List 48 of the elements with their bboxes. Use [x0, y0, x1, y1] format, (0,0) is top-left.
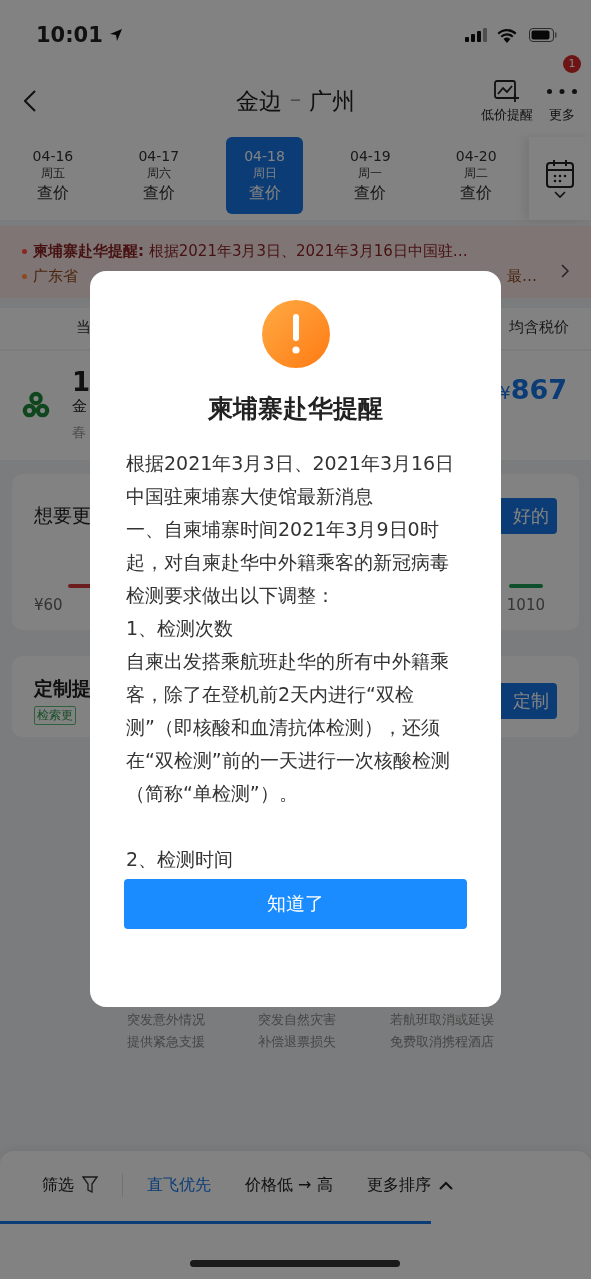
card-title: 定制提 [34, 676, 91, 701]
low-price: ¥60 [34, 596, 63, 614]
caret-up-icon [438, 1180, 453, 1190]
filter-button[interactable]: 筛选 [42, 1174, 98, 1196]
route-separator: – [289, 85, 302, 114]
more-dots-icon [547, 88, 577, 94]
battery-icon [529, 28, 557, 42]
destination-city: 广州 [309, 86, 356, 116]
signal-icon [465, 28, 487, 42]
notice-text: 柬埔寨赴华提醒: 根据2021年3月3日、2021年3月16日中国驻… [33, 242, 468, 261]
sort-option[interactable]: 价格低 → 高 [245, 1174, 333, 1196]
date-tab[interactable]: 04-20 周二 查价 [423, 137, 530, 214]
notice-text: 广东省 [33, 267, 78, 286]
date-tab[interactable]: 04-18 周日 查价 [225, 137, 304, 214]
airline-logo-icon [22, 390, 50, 419]
back-icon[interactable] [24, 90, 36, 112]
sort-option[interactable]: 直飞优先 [147, 1174, 211, 1196]
dialog-paragraph: 1、检测次数 [126, 616, 235, 641]
origin-city: 金边 [235, 86, 282, 116]
price-alert-button[interactable]: 低价提醒 [481, 78, 533, 124]
wifi-icon [497, 27, 517, 43]
dialog-paragraph: 自柬出发搭乘航班赴华的所有中外籍乘客，除了在登机前2天内进行“双检测”（即核酸和血清抗体检测），还须在“双检测”前的一天进行一次核酸检测（简称“单检测”）。 [126, 649, 451, 806]
chart-plus-icon [494, 78, 520, 103]
card-title: 想要更 [34, 503, 91, 528]
date-tab[interactable]: 04-19 周一 查价 [317, 137, 424, 214]
date-tab[interactable]: 04-16 周五 查价 [0, 137, 106, 214]
dialog-title: 柬埔寨赴华提醒 [208, 393, 383, 425]
sort-option[interactable]: 更多排序 [366, 1174, 453, 1196]
location-arrow-icon [108, 28, 123, 42]
dialog-paragraph: 根据2021年3月3日、2021年3月16日中国驻柬埔寨大使馆最新消息 [126, 451, 456, 509]
chevron-right-icon [561, 264, 569, 278]
status-time: 10:01 [36, 23, 103, 47]
search-tag: 检索更 [34, 706, 76, 725]
dialog-paragraph: 2、检测时间 [126, 847, 235, 872]
warning-icon [261, 300, 330, 368]
acknowledge-button[interactable]: 知道了 [124, 879, 467, 929]
list-header-text: 当 [76, 318, 91, 337]
flight-price: ¥867 [499, 374, 567, 405]
filter-icon [82, 1176, 98, 1194]
high-price: 1010 [506, 596, 545, 614]
dialog-paragraph: 一、自柬埔寨时间2021年3月9日0时起，对自柬赴华中外籍乘客的新冠病毒检测要求做出以下调整： [126, 517, 450, 608]
tax-note: 均含税价 [509, 318, 569, 337]
departure-time: 1 [72, 367, 91, 397]
calendar-icon [545, 158, 576, 199]
notice-text: 最… [507, 267, 537, 286]
high-price-bar [509, 584, 543, 588]
departure-airport: 金 [72, 397, 88, 416]
date-tab[interactable]: 04-17 周六 查价 [105, 137, 212, 214]
